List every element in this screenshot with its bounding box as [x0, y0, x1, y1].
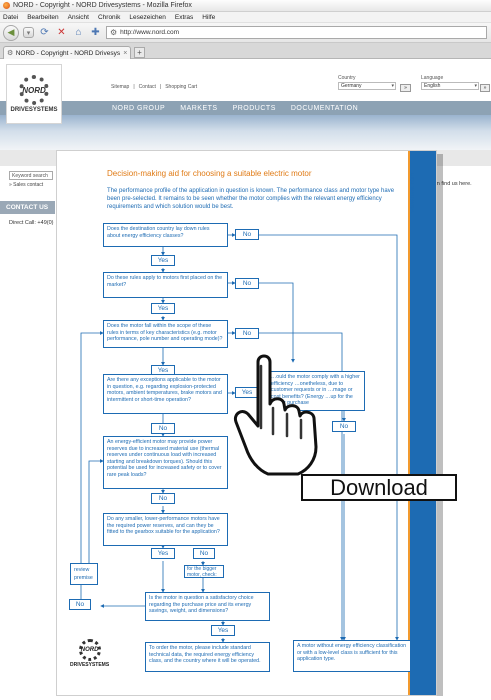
- chevron-down-icon: ▾: [474, 83, 477, 89]
- firefox-icon: [3, 2, 10, 9]
- document-side-url: www.nord.com: [410, 173, 416, 213]
- home-icon[interactable]: ⌂: [72, 26, 85, 39]
- sales-contact-link[interactable]: » Sales contact: [9, 182, 43, 188]
- tab-title: NORD - Copyright - NORD Drivesyste...: [15, 49, 121, 57]
- window-title: NORD - Copyright - NORD Drivesystems - M…: [13, 2, 192, 9]
- bookmark-add-icon[interactable]: ✚: [89, 26, 102, 39]
- contact-us-heading: CONTACT US: [0, 201, 55, 214]
- close-tab-icon[interactable]: ×: [123, 50, 127, 57]
- language-select[interactable]: English ▾: [421, 82, 479, 90]
- country-label: Country: [338, 75, 356, 81]
- pointer-hand-icon: [233, 354, 318, 476]
- contact-link[interactable]: Contact: [139, 84, 156, 90]
- document-logo-subtitle: DRIVESYSTEMS: [70, 662, 110, 668]
- nord-gear-icon: NORD: [19, 75, 49, 105]
- question-7: Is the motor in question a satisfactory …: [145, 592, 270, 621]
- bigger-motor-note: for the bigger motor, check:: [184, 565, 224, 578]
- tab-nord[interactable]: ⚙ NORD - Copyright - NORD Drivesyste... …: [3, 46, 131, 59]
- address-bar[interactable]: ⚙ http://www.nord.com: [106, 26, 487, 39]
- question-1: Does the destination country lay down ru…: [103, 223, 228, 247]
- url-text: http://www.nord.com: [120, 29, 180, 36]
- nav-markets[interactable]: MARKETS: [180, 105, 217, 112]
- nav-documentation[interactable]: DOCUMENTATION: [291, 105, 358, 112]
- header-banner: [0, 115, 491, 150]
- top-links: Sitemap | Contact | Shopping Cart: [111, 84, 197, 90]
- review-premise-box: review premise: [70, 563, 98, 585]
- language-label: Language: [421, 75, 444, 81]
- q7-no-tag: No: [69, 599, 91, 610]
- favicon-icon: ⚙: [7, 50, 13, 57]
- language-selector: Language English ▾: [421, 75, 479, 90]
- language-value: English: [424, 83, 441, 89]
- menu-chronik[interactable]: Chronik: [98, 14, 120, 21]
- logo-text: NORD: [22, 85, 46, 95]
- document-nord-logo: NORD DRIVESYSTEMS: [70, 639, 109, 668]
- reload-icon[interactable]: ⟳: [38, 26, 51, 39]
- country-selector: Country Germany ▾: [338, 75, 396, 90]
- question-4: Are there any exceptions applicable to t…: [103, 374, 228, 414]
- q3-no-tag: No: [235, 328, 259, 339]
- question-3: Does the motor fall within the scope of …: [103, 320, 228, 348]
- question-5: An energy-efficient motor may provide po…: [103, 436, 228, 489]
- menu-ansicht[interactable]: Ansicht: [68, 14, 89, 21]
- navigation-toolbar: ◀ ▾ ⟳ ✕ ⌂ ✚ ⚙ http://www.nord.com: [0, 23, 491, 43]
- question-2: Do these rules apply to motors first pla…: [103, 272, 228, 298]
- nord-logo[interactable]: NORD DRIVESYSTEMS: [6, 64, 62, 124]
- shopping-cart-link[interactable]: Shopping Cart: [165, 84, 197, 90]
- document-intro: The performance profile of the applicati…: [107, 188, 395, 210]
- keyword-search-input[interactable]: Keyword search: [9, 171, 53, 180]
- menu-extras[interactable]: Extras: [175, 14, 193, 21]
- q2-yes-tag: Yes: [151, 303, 175, 314]
- q-right-no-tag: No: [332, 421, 356, 432]
- document-side-band: [410, 151, 436, 695]
- download-button[interactable]: Download: [301, 474, 457, 501]
- q1-yes-tag: Yes: [151, 255, 175, 266]
- nav-nord-group[interactable]: NORD GROUP: [112, 105, 165, 112]
- q1-no-tag: No: [235, 229, 259, 240]
- q7-yes-tag: Yes: [211, 625, 235, 636]
- q5-no-tag: No: [151, 493, 175, 504]
- window-titlebar: NORD - Copyright - NORD Drivesystems - M…: [0, 0, 491, 12]
- site-identity-icon: ⚙: [110, 28, 118, 37]
- menu-datei[interactable]: Datei: [3, 14, 18, 21]
- separator: |: [133, 84, 135, 90]
- separator: |: [159, 84, 162, 90]
- forward-dropdown-button[interactable]: ▾: [23, 27, 34, 38]
- q2-no-tag: No: [235, 278, 259, 289]
- back-button[interactable]: ◀: [3, 24, 19, 41]
- direct-call-text: Direct Call: +49(0): [9, 220, 54, 226]
- document-title: Decision-making aid for choosing a suita…: [107, 169, 312, 178]
- back-arrow-icon: ◀: [7, 27, 15, 37]
- menu-hilfe[interactable]: Hilfe: [202, 14, 215, 21]
- q6-no-tag: No: [193, 548, 215, 559]
- chevron-down-icon: ▾: [26, 29, 31, 37]
- question-8: To order the motor, please include stand…: [145, 642, 270, 672]
- tab-strip: ⚙ NORD - Copyright - NORD Drivesyste... …: [0, 43, 491, 59]
- new-tab-button[interactable]: +: [134, 47, 145, 58]
- country-value: Germany: [341, 83, 362, 89]
- q6-yes-tag: Yes: [151, 548, 175, 559]
- q4-no-tag: No: [151, 423, 175, 434]
- menu-bearbeiten[interactable]: Bearbeiten: [27, 14, 58, 21]
- final-result-box: A motor without energy efficiency classi…: [293, 640, 411, 672]
- logo-subtitle: DRIVESYSTEMS: [10, 107, 58, 113]
- menu-lesezeichen[interactable]: Lesezeichen: [129, 14, 166, 21]
- country-select[interactable]: Germany ▾: [338, 82, 396, 90]
- language-go-button[interactable]: »: [480, 84, 490, 92]
- question-6: Do any smaller, lower-performance motors…: [103, 513, 228, 546]
- country-go-button[interactable]: »: [400, 84, 411, 92]
- nav-products[interactable]: PRODUCTS: [233, 105, 276, 112]
- document-side-accent: [408, 151, 410, 695]
- chevron-down-icon: ▾: [391, 83, 394, 89]
- stop-icon[interactable]: ✕: [55, 26, 68, 39]
- nord-gear-icon: NORD: [78, 639, 101, 661]
- menu-bar: Datei Bearbeiten Ansicht Chronik Lesezei…: [0, 12, 491, 23]
- main-navigation: NORD GROUP MARKETS PRODUCTS DOCUMENTATIO…: [0, 101, 491, 115]
- sitemap-link[interactable]: Sitemap: [111, 84, 129, 90]
